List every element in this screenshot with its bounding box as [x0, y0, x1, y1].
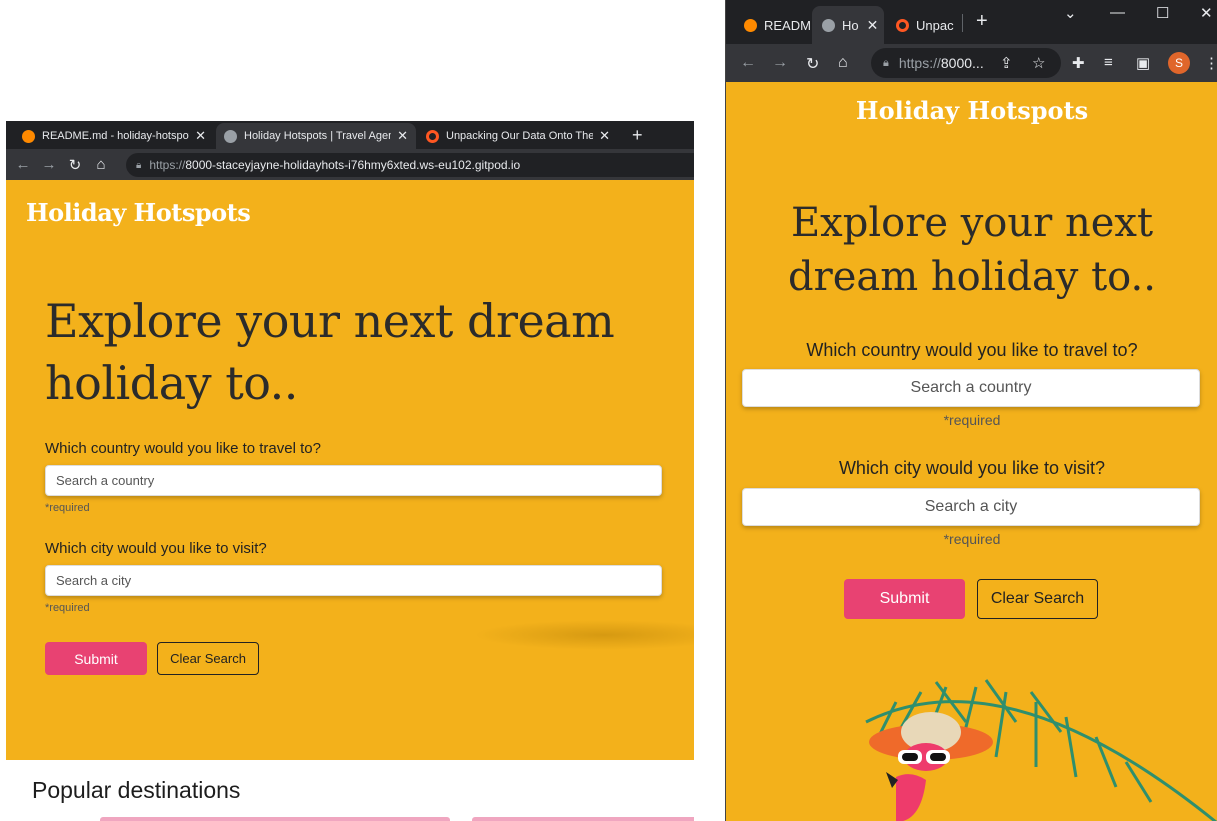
home-icon[interactable]: ⌂ [88, 156, 114, 173]
url-text: 8000... [940, 55, 984, 71]
url-text: 8000-staceyjayne-holidayhots-i76hmy6xted… [185, 158, 521, 172]
decorative-shadow [474, 620, 694, 650]
tab-holiday-hotspots[interactable]: Holiday Hotspots | Travel Agency ✕ [216, 123, 416, 149]
gitpod-icon [22, 129, 35, 143]
country-label: Which country would you like to travel t… [806, 340, 1138, 360]
kebab-menu-icon[interactable]: ⋮ [1204, 54, 1217, 72]
reload-icon[interactable]: ↻ [62, 156, 88, 174]
browser-toolbar: ← → ↻ ⌂ 🔒︎ https:// 8000... ⇪ ☆ ✚ ≡ ▣ S … [726, 44, 1217, 82]
tab-strip: README.md - holiday-hotspots - ✕ Holiday… [6, 121, 694, 149]
bookmark-star-icon[interactable]: ☆ [1032, 54, 1045, 72]
new-tab-button[interactable]: + [976, 10, 988, 33]
tab-title: Holiday Hotspots | Travel Agency [244, 130, 392, 142]
site-logo[interactable]: Holiday Hotspots [726, 96, 1217, 125]
lock-icon: 🔒︎ [136, 159, 142, 171]
lock-icon: 🔒︎ [883, 56, 889, 69]
reload-icon[interactable]: ↻ [806, 54, 819, 74]
extensions-icon[interactable]: ✚ [1072, 54, 1085, 72]
country-required-note: *required [943, 412, 1001, 428]
hero-section: Holiday Hotspots Explore your next dream… [726, 82, 1217, 821]
tab-title: READM [764, 17, 811, 33]
maximize-icon[interactable]: ☐ [1156, 4, 1169, 22]
url-protocol: https:// [149, 158, 186, 172]
new-tab-button[interactable]: + [632, 125, 643, 146]
url-protocol: https:// [898, 55, 941, 71]
clear-search-button[interactable]: Clear Search [977, 579, 1098, 619]
tab-strip: READM Ho ✕ Unpac + ⌄ — ☐ ✕ [726, 0, 1217, 44]
tab-title: Unpacking Our Data Onto The DO [446, 130, 594, 142]
tab-readme[interactable]: README.md - holiday-hotspots - ✕ [14, 123, 214, 149]
tab-separator [962, 14, 963, 32]
city-label: Which city would you like to visit? [45, 540, 267, 557]
hero-heading: Explore your next dream holiday to.. [45, 294, 615, 410]
globe-icon [822, 18, 835, 32]
tab-search-icon[interactable]: ⌄ [1064, 4, 1077, 22]
browser-toolbar: ← → ↻ ⌂ 🔒︎ https:// 8000-staceyjayne-hol… [6, 149, 694, 180]
ring-icon [896, 18, 909, 32]
site-logo[interactable]: Holiday Hotspots [26, 198, 251, 227]
city-label: Which city would you like to visit? [838, 458, 1106, 478]
ring-icon [426, 129, 439, 143]
country-required-note: *required [45, 502, 90, 514]
destination-card[interactable] [472, 817, 694, 821]
destination-card[interactable] [100, 817, 450, 821]
city-search-input[interactable]: Search a city [742, 488, 1200, 526]
tab-readme[interactable]: READM [734, 6, 812, 44]
globe-icon [224, 129, 237, 143]
close-icon[interactable]: ✕ [599, 128, 610, 144]
desktop-browser-window: README.md - holiday-hotspots - ✕ Holiday… [6, 121, 694, 821]
close-icon[interactable]: ✕ [195, 128, 206, 144]
tab-title: Unpac [916, 17, 954, 33]
country-search-input[interactable]: Search a country [45, 465, 662, 496]
avatar[interactable]: S [1168, 52, 1190, 74]
city-required-note: *required [45, 602, 90, 614]
tab-unpacking-data[interactable]: Unpacking Our Data Onto The DO ✕ [418, 123, 618, 149]
destination-cards-peek [100, 817, 694, 821]
tab-holiday-hotspots[interactable]: Ho ✕ [812, 6, 884, 44]
tab-unpacking-data[interactable]: Unpac [886, 6, 960, 44]
tab-title: Ho [842, 17, 859, 33]
window-close-icon[interactable]: ✕ [1200, 4, 1213, 22]
back-icon[interactable]: ← [740, 54, 756, 72]
flamingo-icon [869, 712, 993, 821]
minimize-icon[interactable]: — [1110, 4, 1125, 21]
forward-icon[interactable]: → [772, 54, 788, 72]
forward-icon[interactable]: → [36, 156, 62, 173]
submit-button[interactable]: Submit [844, 579, 965, 619]
hero-section: Holiday Hotspots Explore your next dream… [6, 180, 694, 760]
country-label: Which country would you like to travel t… [45, 440, 321, 457]
submit-button[interactable]: Submit [45, 642, 147, 675]
city-search-input[interactable]: Search a city [45, 565, 662, 596]
screenshot-canvas: README.md - holiday-hotspots - ✕ Holiday… [0, 0, 1217, 821]
mobile-browser-window: READM Ho ✕ Unpac + ⌄ — ☐ ✕ ← → ↻ ⌂ 🔒︎ ht… [725, 0, 1217, 821]
flamingo-palm-illustration [865, 679, 1217, 821]
clear-search-button[interactable]: Clear Search [157, 642, 259, 675]
close-icon[interactable]: ✕ [397, 128, 408, 144]
country-search-input[interactable]: Search a country [742, 369, 1200, 407]
tab-title: README.md - holiday-hotspots - [42, 130, 190, 142]
gitpod-icon [744, 18, 757, 32]
home-icon[interactable]: ⌂ [838, 54, 848, 72]
media-icon[interactable]: ≡ [1104, 54, 1113, 71]
hero-heading: Explore your next dream holiday to.. [788, 200, 1156, 300]
close-icon[interactable]: ✕ [867, 17, 879, 34]
city-required-note: *required [943, 531, 1001, 547]
popular-destinations-heading: Popular destinations [32, 777, 241, 803]
address-bar[interactable]: 🔒︎ https:// 8000-staceyjayne-holidayhots… [126, 153, 694, 177]
side-panel-icon[interactable]: ▣ [1136, 54, 1150, 72]
back-icon[interactable]: ← [10, 156, 36, 173]
share-icon[interactable]: ⇪ [1000, 54, 1013, 72]
